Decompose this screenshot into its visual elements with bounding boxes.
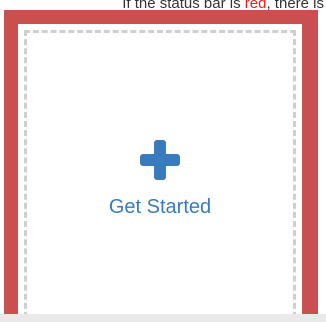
get-started-label: Get Started	[108, 196, 212, 218]
bottom-edge	[0, 314, 326, 322]
page: If the status bar is red, there is Get S…	[0, 0, 326, 322]
get-started-button[interactable]: Get Started	[18, 138, 302, 219]
status-frame: Get Started	[4, 10, 318, 318]
plus-icon	[140, 140, 180, 180]
dropzone[interactable]: Get Started	[18, 24, 302, 318]
